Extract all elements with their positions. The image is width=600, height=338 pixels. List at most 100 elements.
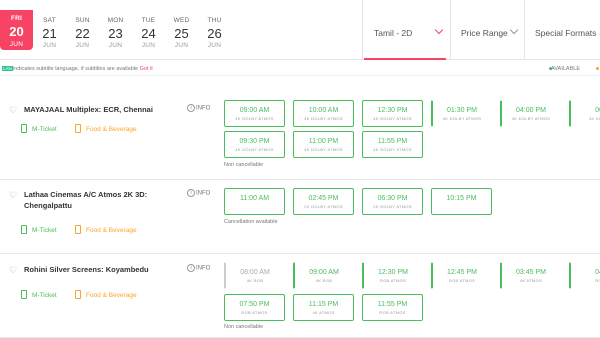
- showtime-format: RGB ATMOS: [379, 310, 406, 315]
- showtime-format: RGB ATMOS: [241, 310, 268, 315]
- showtime-format: 4K DOLBY ATMOS: [304, 116, 343, 121]
- available-legend-label: AVAILABLE: [551, 66, 580, 72]
- showtime-button[interactable]: 11:00 PM 4K DOLBY ATMOS: [293, 131, 354, 158]
- info-icon: i: [187, 104, 195, 112]
- date-tab-wed[interactable]: WED 25 JUN: [165, 0, 198, 60]
- info-label: INFO: [196, 105, 211, 112]
- date-mon: JUN: [9, 41, 24, 48]
- date-dow: SAT: [43, 17, 56, 24]
- date-tab-sun[interactable]: SUN 22 JUN: [66, 0, 99, 60]
- showtime-button[interactable]: 09:30 PM 4K DOLBY ATMOS: [224, 131, 285, 158]
- date-tab-thu[interactable]: THU 26 JUN: [198, 0, 231, 60]
- date-tab-fri[interactable]: FRI 20 JUN: [0, 10, 33, 50]
- showtime-time: 01:30 PM: [447, 107, 477, 114]
- date-day: 25: [174, 26, 189, 41]
- showtime-time: 10:00 AM: [308, 107, 339, 114]
- showtime-button[interactable]: 11:15 PM 4K ATMOS: [293, 294, 354, 321]
- showtime-button[interactable]: 04:00 PM 4K DOLBY ATMOS: [500, 100, 561, 127]
- showtime-button[interactable]: 02:45 PM 2K DOLBY ATMOS: [293, 188, 354, 215]
- date-mon: JUN: [207, 42, 222, 49]
- price-range-filter[interactable]: Price Range: [452, 0, 524, 60]
- showtime-format: RGB ATMOS: [379, 278, 407, 283]
- showtime-format: 4K DOLBY ATMOS: [304, 147, 343, 152]
- cinema-name[interactable]: MAYAJAAL Multiplex: ECR, Chennai: [24, 104, 174, 115]
- showtime-time: 07:50 PM: [239, 301, 270, 308]
- date-tab-sat[interactable]: SAT 21 JUN: [33, 0, 66, 60]
- cinema-info-button[interactable]: i INFO: [187, 264, 210, 272]
- cinema-info-button[interactable]: i INFO: [187, 104, 210, 112]
- date-day: 26: [207, 26, 222, 41]
- amenity-label: Food & Beverage: [86, 292, 137, 299]
- showtime-time: 11:15 PM: [308, 301, 339, 308]
- showtime-button[interactable]: 06:30 PM 2K DOLBY ATMOS: [362, 188, 423, 215]
- showtime-button[interactable]: 01:30 PM 4K DOLBY ATMOS: [431, 100, 492, 127]
- showtime-button[interactable]: 09:00 AM 4K DOLBY ATMOS: [224, 100, 285, 127]
- mobile-ticket-icon: [21, 290, 27, 299]
- cinema-name[interactable]: Lathaa Cinemas A/C Atmos 2K 3D: Chengalp…: [24, 189, 174, 211]
- date-mon: JUN: [141, 42, 156, 49]
- date-mon: JUN: [75, 42, 90, 49]
- showtime-time: 11:00 AM: [239, 195, 270, 202]
- cinema-info-button[interactable]: i INFO: [187, 189, 210, 197]
- showtime-time: 11:00 PM: [308, 138, 339, 145]
- got-it-link[interactable]: Got it: [140, 66, 153, 72]
- favorite-heart-icon[interactable]: ♡: [9, 266, 18, 275]
- date-tab-mon[interactable]: MON 23 JUN: [99, 0, 132, 60]
- showtime-button[interactable]: 08:00 AM 4K RGB: [224, 262, 285, 289]
- date-dow: WED: [173, 17, 190, 24]
- date-dow: THU: [207, 17, 222, 24]
- amenity-label: M-Ticket: [32, 126, 57, 133]
- cinema-name[interactable]: Rohini Silver Screens: Koyambedu: [24, 264, 174, 275]
- showtime-button[interactable]: 10:00 AM 4K DOLBY ATMOS: [293, 100, 354, 127]
- showtime-format: 4K RGB: [246, 278, 264, 283]
- special-formats-filter[interactable]: Special Formats: [526, 0, 600, 60]
- showtime-button[interactable]: 04: RGB: [569, 262, 600, 289]
- fast-filling-dot-icon: [596, 67, 599, 70]
- date-dow: MON: [107, 17, 124, 24]
- special-formats-label: Special Formats: [535, 28, 597, 38]
- language-filter[interactable]: Tamil - 2D: [364, 0, 446, 60]
- showtime-button[interactable]: 09:00 AM 4K RGB: [293, 262, 354, 289]
- showtime-format: 4K DOLBY: [589, 116, 600, 121]
- showtime-button[interactable]: 06: 4K DOLBY: [569, 100, 600, 127]
- showtime-time: 04:: [595, 269, 600, 276]
- showtime-button[interactable]: 12:30 PM RGB ATMOS: [362, 262, 423, 289]
- showtime-button[interactable]: 11:55 PM RGB ATMOS: [362, 294, 423, 321]
- showtime-button[interactable]: 12:30 PM 4K DOLBY ATMOS: [362, 100, 423, 127]
- showtime-button[interactable]: 11:55 PM 4K DOLBY ATMOS: [362, 131, 423, 158]
- legend-text: indicates subtitle language, if subtitle…: [13, 66, 153, 72]
- showtime-format: RGB: [595, 278, 600, 283]
- favorite-heart-icon[interactable]: ♡: [9, 106, 18, 115]
- showtime-time: 12:30 PM: [377, 107, 408, 114]
- cancellation-note: Non cancellable: [224, 162, 264, 168]
- showtime-time: 11:55 PM: [377, 138, 408, 145]
- chevron-down-icon: [434, 25, 444, 35]
- showtime-format: 4K DOLBY ATMOS: [373, 147, 412, 152]
- showtime-button[interactable]: 11:00 AM: [224, 188, 285, 215]
- date-day: 22: [75, 26, 90, 41]
- date-mon: JUN: [108, 42, 123, 49]
- date-bar: FRI 20 JUN SAT 21 JUN SUN 22 JUN MON 23 JUN TUE 24 JUN…: [0, 0, 600, 60]
- showtime-time: 04:00 PM: [516, 107, 546, 114]
- date-day: 20: [9, 24, 24, 39]
- cancellation-note: Non cancellable: [224, 324, 264, 330]
- showtime-format: 4K DOLBY ATMOS: [442, 116, 482, 121]
- showtime-time: 09:00 AM: [239, 107, 270, 114]
- showtime-button[interactable]: 12:45 PM RGB ATMOS: [431, 262, 492, 289]
- language-filter-label: Tamil - 2D: [374, 28, 413, 38]
- divider: [524, 0, 525, 60]
- favorite-heart-icon[interactable]: ♡: [9, 191, 18, 200]
- info-label: INFO: [196, 190, 211, 197]
- mobile-ticket-icon: [21, 124, 27, 133]
- showtime-button[interactable]: 10:15 PM: [431, 188, 492, 215]
- legend-strip: LAN indicates subtitle language, if subt…: [0, 62, 600, 76]
- showtime-time: 09:30 PM: [239, 138, 270, 145]
- showtime-button[interactable]: 07:50 PM RGB ATMOS: [224, 294, 285, 321]
- showtime-button[interactable]: 03:45 PM 4K ATMOS: [500, 262, 561, 289]
- date-tab-tue[interactable]: TUE 24 JUN: [132, 0, 165, 60]
- mobile-ticket-icon: [21, 225, 27, 234]
- showtime-time: 12:30 PM: [378, 269, 408, 276]
- amenity-label: M-Ticket: [32, 227, 57, 234]
- date-day: 23: [108, 26, 123, 41]
- info-label: INFO: [196, 265, 211, 272]
